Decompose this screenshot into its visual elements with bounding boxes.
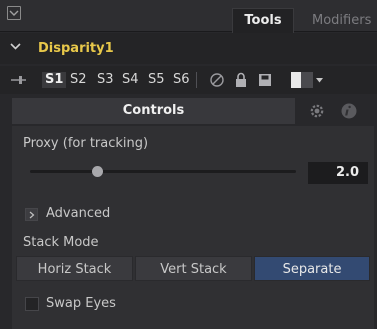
proxy-value-input[interactable]: 2.0 — [308, 162, 368, 184]
tab-controls[interactable]: Controls — [12, 98, 295, 124]
version-bar: S1 S2 S3 S4 S5 S6 — [0, 66, 377, 94]
gear-icon[interactable] — [308, 102, 326, 120]
tool-header[interactable]: Disparity1 — [0, 33, 377, 64]
divider — [196, 72, 197, 88]
stack-mode-horiz-button[interactable]: Horiz Stack — [16, 256, 133, 281]
advanced-expand-button[interactable] — [25, 208, 38, 221]
chevron-right-icon — [29, 211, 35, 219]
version-s1[interactable]: S1 — [42, 72, 67, 88]
lock-icon[interactable] — [234, 72, 248, 88]
swap-eyes-label[interactable]: Swap Eyes — [46, 296, 116, 311]
chevron-down-icon — [9, 10, 19, 16]
tab-modifiers[interactable]: Modifiers — [312, 9, 371, 33]
advanced-label[interactable]: Advanced — [46, 206, 110, 221]
save-icon[interactable] — [258, 72, 272, 88]
stack-mode-label: Stack Mode — [23, 235, 99, 250]
stack-mode-separate-button[interactable]: Separate — [254, 256, 370, 281]
controls-panel: Proxy (for tracking) 2.0 Advanced Stack … — [12, 126, 374, 329]
panel-menu-button[interactable] — [7, 6, 21, 20]
info-icon[interactable] — [340, 102, 358, 120]
proxy-slider-track[interactable] — [30, 170, 296, 173]
proxy-slider-handle[interactable] — [92, 166, 103, 177]
pass-through-icon[interactable] — [209, 72, 225, 88]
pin-icon[interactable] — [11, 74, 27, 86]
tab-bar: Tools Modifiers — [0, 0, 377, 33]
collapse-chevron-icon[interactable] — [10, 42, 21, 51]
inspector-tabs: Controls — [12, 98, 374, 124]
version-s4[interactable]: S4 — [122, 72, 139, 88]
swap-eyes-checkbox[interactable] — [25, 297, 39, 311]
version-s2[interactable]: S2 — [70, 72, 87, 88]
version-s5[interactable]: S5 — [148, 72, 165, 88]
version-s6[interactable]: S6 — [173, 72, 190, 88]
proxy-label: Proxy (for tracking) — [23, 136, 149, 151]
stack-mode-vert-button[interactable]: Vert Stack — [135, 256, 252, 281]
color-swatch[interactable] — [291, 72, 313, 88]
tool-name: Disparity1 — [38, 41, 114, 56]
chevron-down-icon[interactable] — [316, 78, 323, 83]
version-s3[interactable]: S3 — [97, 72, 114, 88]
tab-tools[interactable]: Tools — [232, 8, 294, 33]
